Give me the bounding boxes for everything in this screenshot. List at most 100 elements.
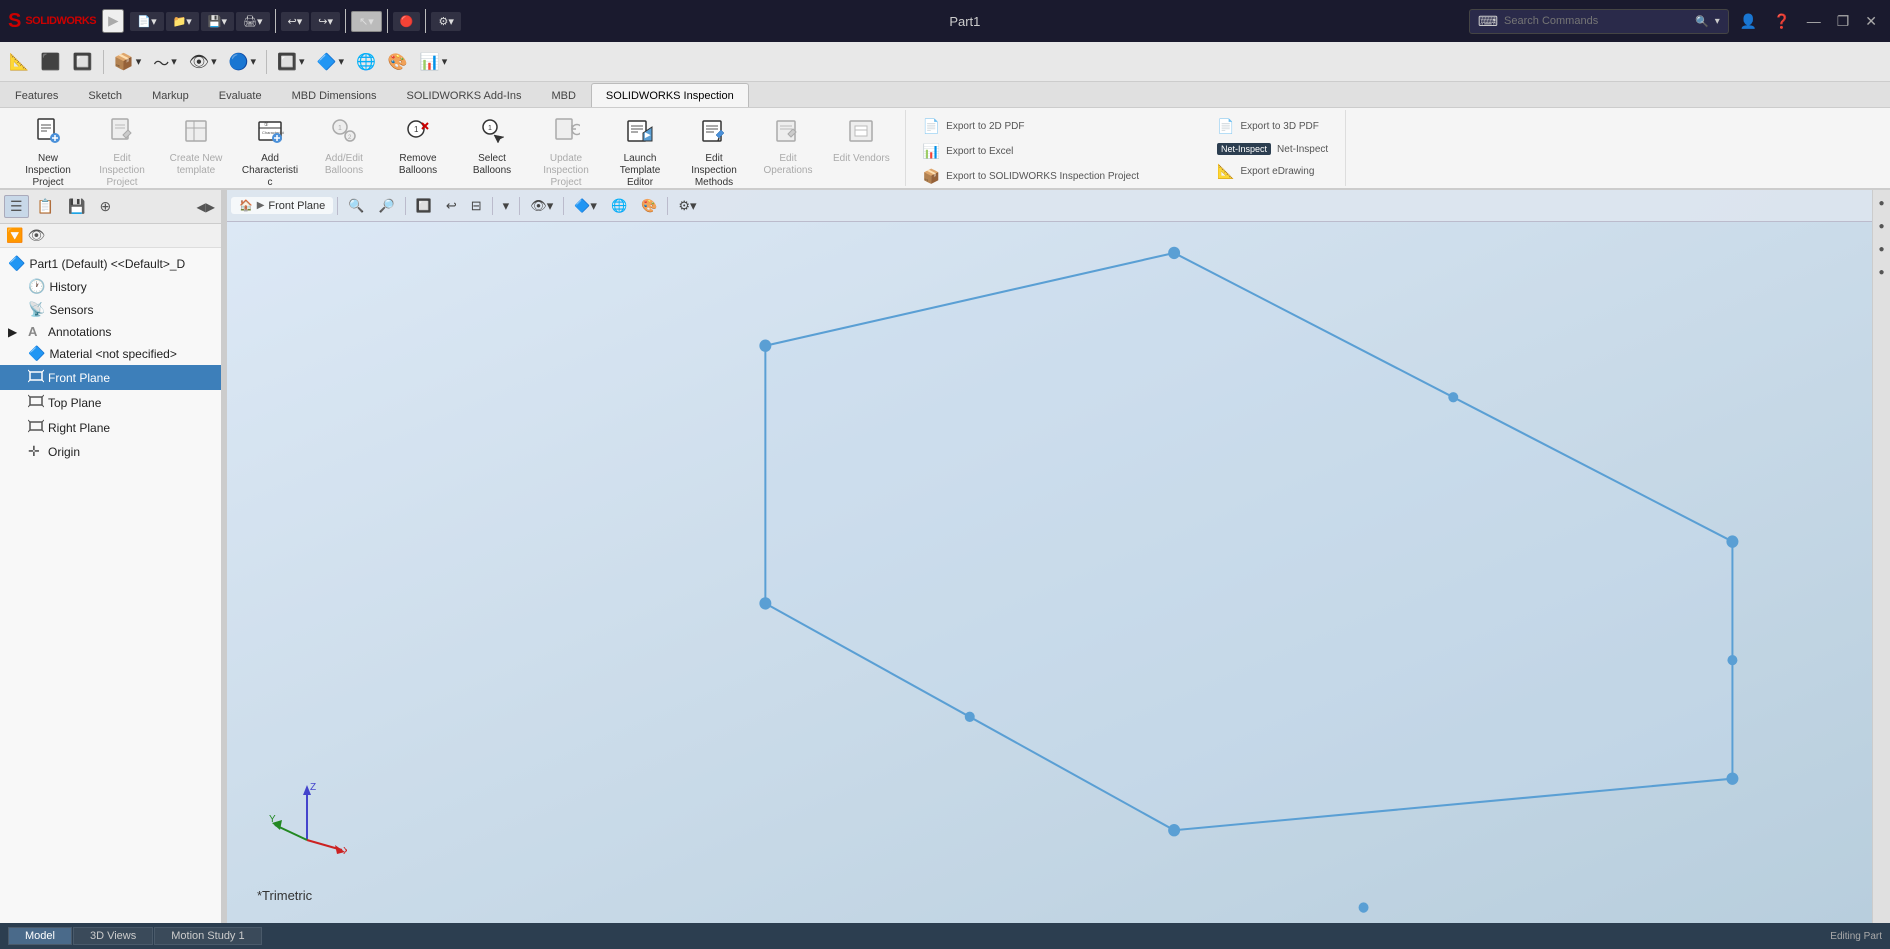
minimize-btn[interactable]: — xyxy=(1802,11,1826,31)
tab-mbd[interactable]: MBD xyxy=(536,83,590,107)
zoom-in-btn[interactable]: 🔎 xyxy=(372,195,400,217)
vp-sep3 xyxy=(492,197,493,215)
rebuild-btn[interactable]: 🔴 xyxy=(393,12,421,31)
open-file-btn[interactable]: 📁▾ xyxy=(166,12,199,31)
tab-solidworks-addins[interactable]: SOLIDWORKS Add-Ins xyxy=(392,83,537,107)
new-file-btn[interactable]: 📄▾ xyxy=(130,12,163,31)
new-inspection-project-btn[interactable]: New Inspection Project xyxy=(12,112,84,180)
export-3d-pdf-btn[interactable]: 📄 Export to 3D PDF xyxy=(1208,114,1328,139)
tree-item-front-plane[interactable]: Front Plane xyxy=(0,365,221,390)
tree-item-annotations[interactable]: ▶ A Annotations xyxy=(0,321,221,342)
search-input[interactable] xyxy=(1504,15,1689,27)
search-dropdown-icon[interactable]: ▾ xyxy=(1715,16,1720,27)
tree-root-item[interactable]: 🔷 Part1 (Default) <<Default>_D xyxy=(0,252,221,275)
motion-study-tab[interactable]: Motion Study 1 xyxy=(154,927,261,945)
scene-vp-btn[interactable]: 🌐 xyxy=(605,195,633,217)
right-panel-btn3[interactable]: ● xyxy=(1876,242,1886,257)
tree-item-top-plane[interactable]: Top Plane xyxy=(0,390,221,415)
smart-dimension-btn[interactable]: 📐 xyxy=(4,49,34,75)
redo-btn[interactable]: ↪▾ xyxy=(311,12,340,31)
export-edrawing-btn[interactable]: 📐 Export eDrawing xyxy=(1208,159,1323,184)
tab-sketch[interactable]: Sketch xyxy=(73,83,137,107)
edit-inspection-btn[interactable]: Edit Inspection Project xyxy=(86,112,158,180)
export-sw-project-btn[interactable]: 📦 Export to SOLIDWORKS Inspection Projec… xyxy=(914,164,1148,189)
remove-balloons-btn[interactable]: 1 Remove Balloons xyxy=(382,112,454,180)
view-mode-btn[interactable]: ▾ xyxy=(497,195,516,217)
view-orientation-btn[interactable]: 🔲▾ xyxy=(272,49,309,75)
view-previous-btn[interactable]: ↩ xyxy=(440,195,463,217)
trimetric-label: *Trimetric xyxy=(257,888,312,903)
right-plane-icon xyxy=(28,418,44,437)
select-balloons-btn[interactable]: 1 Select Balloons xyxy=(456,112,528,180)
edit-vendors-btn[interactable]: Edit Vendors xyxy=(826,112,897,180)
tab-markup[interactable]: Markup xyxy=(137,83,204,107)
render-tools-btn[interactable]: 🎨 xyxy=(635,195,663,217)
view-setting-btn[interactable]: 🎨 xyxy=(383,49,413,75)
close-btn[interactable]: ✕ xyxy=(1860,11,1882,32)
reference-geometry-btn[interactable]: 📦▾ xyxy=(109,49,146,75)
tree-item-origin[interactable]: ✛ Origin xyxy=(0,440,221,463)
model-tab[interactable]: Model xyxy=(8,927,72,945)
search-commands-box[interactable]: ⌨ 🔍 ▾ xyxy=(1469,9,1729,34)
hide-show-btn[interactable]: 👁▾ xyxy=(184,49,222,75)
make-block-btn[interactable]: ⬛ xyxy=(36,49,66,75)
user-icon-btn[interactable]: 👤 xyxy=(1735,11,1762,32)
vp-sep6 xyxy=(667,197,668,215)
tab-evaluate[interactable]: Evaluate xyxy=(204,83,277,107)
tree-item-material[interactable]: 🔷 Material <not specified> xyxy=(0,342,221,365)
display-mgr-btn[interactable]: 📊▾ xyxy=(415,49,452,75)
add-characteristic-btn[interactable]: ① Characteristic Add Characteristic xyxy=(234,112,306,180)
svg-text:▶: ▶ xyxy=(644,132,651,139)
instant3d-btn[interactable]: 🔲 xyxy=(68,49,98,75)
display-style-btn[interactable]: 🔷▾ xyxy=(312,49,349,75)
launch-template-editor-btn[interactable]: ▶ Launch Template Editor xyxy=(604,112,676,180)
filter-icon: 🔽 xyxy=(6,227,23,244)
scene-btn[interactable]: 🌐 xyxy=(351,49,381,75)
feature-manager-btn[interactable]: ☰ xyxy=(4,195,29,218)
curve-btn[interactable]: 〜▾ xyxy=(148,47,182,77)
update-inspection-btn[interactable]: Update Inspection Project xyxy=(530,112,602,180)
restore-btn[interactable]: ❐ xyxy=(1832,11,1855,32)
view-orient-btn[interactable]: 🔲 xyxy=(410,195,438,217)
lp-expand-btn[interactable]: ◀▶ xyxy=(195,198,217,216)
tab-mbd-dimensions[interactable]: MBD Dimensions xyxy=(277,83,392,107)
display-style-vp-btn[interactable]: 🔷▾ xyxy=(568,195,603,217)
tree-item-history[interactable]: 🕐 History xyxy=(0,275,221,298)
create-template-icon xyxy=(182,117,210,151)
help-btn[interactable]: ❓ xyxy=(1768,11,1795,32)
export-2d-pdf-btn[interactable]: 📄 Export to 2D PDF xyxy=(914,114,1034,139)
tab-features[interactable]: Features xyxy=(0,83,73,107)
tab-solidworks-inspection[interactable]: SOLIDWORKS Inspection xyxy=(591,83,749,107)
add-edit-balloons-btn[interactable]: 1 2 Add/Edit Balloons xyxy=(308,112,380,180)
config-manager-btn[interactable]: 💾 xyxy=(62,195,91,218)
export-excel-btn[interactable]: 📊 Export to Excel xyxy=(914,139,1023,164)
viewport[interactable]: 🏠 ▶ Front Plane 🔍 🔎 🔲 ↩ ⊟ ▾ 👁▾ 🔷▾ 🌐 🎨 ⚙▾ xyxy=(227,190,1872,923)
create-new-template-btn[interactable]: Create New template xyxy=(160,112,232,180)
svg-text:Y: Y xyxy=(269,814,276,825)
top-plane-label: Top Plane xyxy=(48,396,213,410)
section-view-btn[interactable]: ⊟ xyxy=(465,195,488,217)
tree-item-right-plane[interactable]: Right Plane xyxy=(0,415,221,440)
save-btn[interactable]: 💾▾ xyxy=(201,12,234,31)
options-btn[interactable]: ⚙▾ xyxy=(431,12,460,31)
undo-btn[interactable]: ↩▾ xyxy=(281,12,310,31)
hide-show-vp-btn[interactable]: 👁▾ xyxy=(524,195,559,217)
view-settings-btn[interactable]: ⚙▾ xyxy=(672,195,702,217)
edit-inspection-label: Edit Inspection Project xyxy=(93,153,151,189)
section-view-btn[interactable]: 🔵▾ xyxy=(224,49,261,75)
select-tool-btn[interactable]: ↖▾ xyxy=(351,11,382,32)
property-manager-btn[interactable]: 📋 xyxy=(31,195,60,218)
3d-views-tab[interactable]: 3D Views xyxy=(73,927,153,945)
dim-expert-btn[interactable]: ⊕ xyxy=(93,195,117,218)
arrow-forward-btn[interactable]: ▶ xyxy=(102,9,124,33)
breadcrumb-home-icon[interactable]: 🏠 xyxy=(239,199,253,212)
zoom-to-fit-btn[interactable]: 🔍 xyxy=(342,195,370,217)
right-panel-btn2[interactable]: ● xyxy=(1876,219,1886,234)
tree-item-sensors[interactable]: 📡 Sensors xyxy=(0,298,221,321)
print-btn[interactable]: 🖨▾ xyxy=(236,12,270,31)
edit-inspection-methods-btn[interactable]: Edit Inspection Methods xyxy=(678,112,750,180)
right-panel-btn1[interactable]: ● xyxy=(1876,196,1886,211)
net-inspect-btn[interactable]: Net-Inspect Net-Inspect xyxy=(1208,139,1337,159)
edit-operations-btn[interactable]: Edit Operations xyxy=(752,112,824,180)
right-panel-btn4[interactable]: ● xyxy=(1876,265,1886,280)
